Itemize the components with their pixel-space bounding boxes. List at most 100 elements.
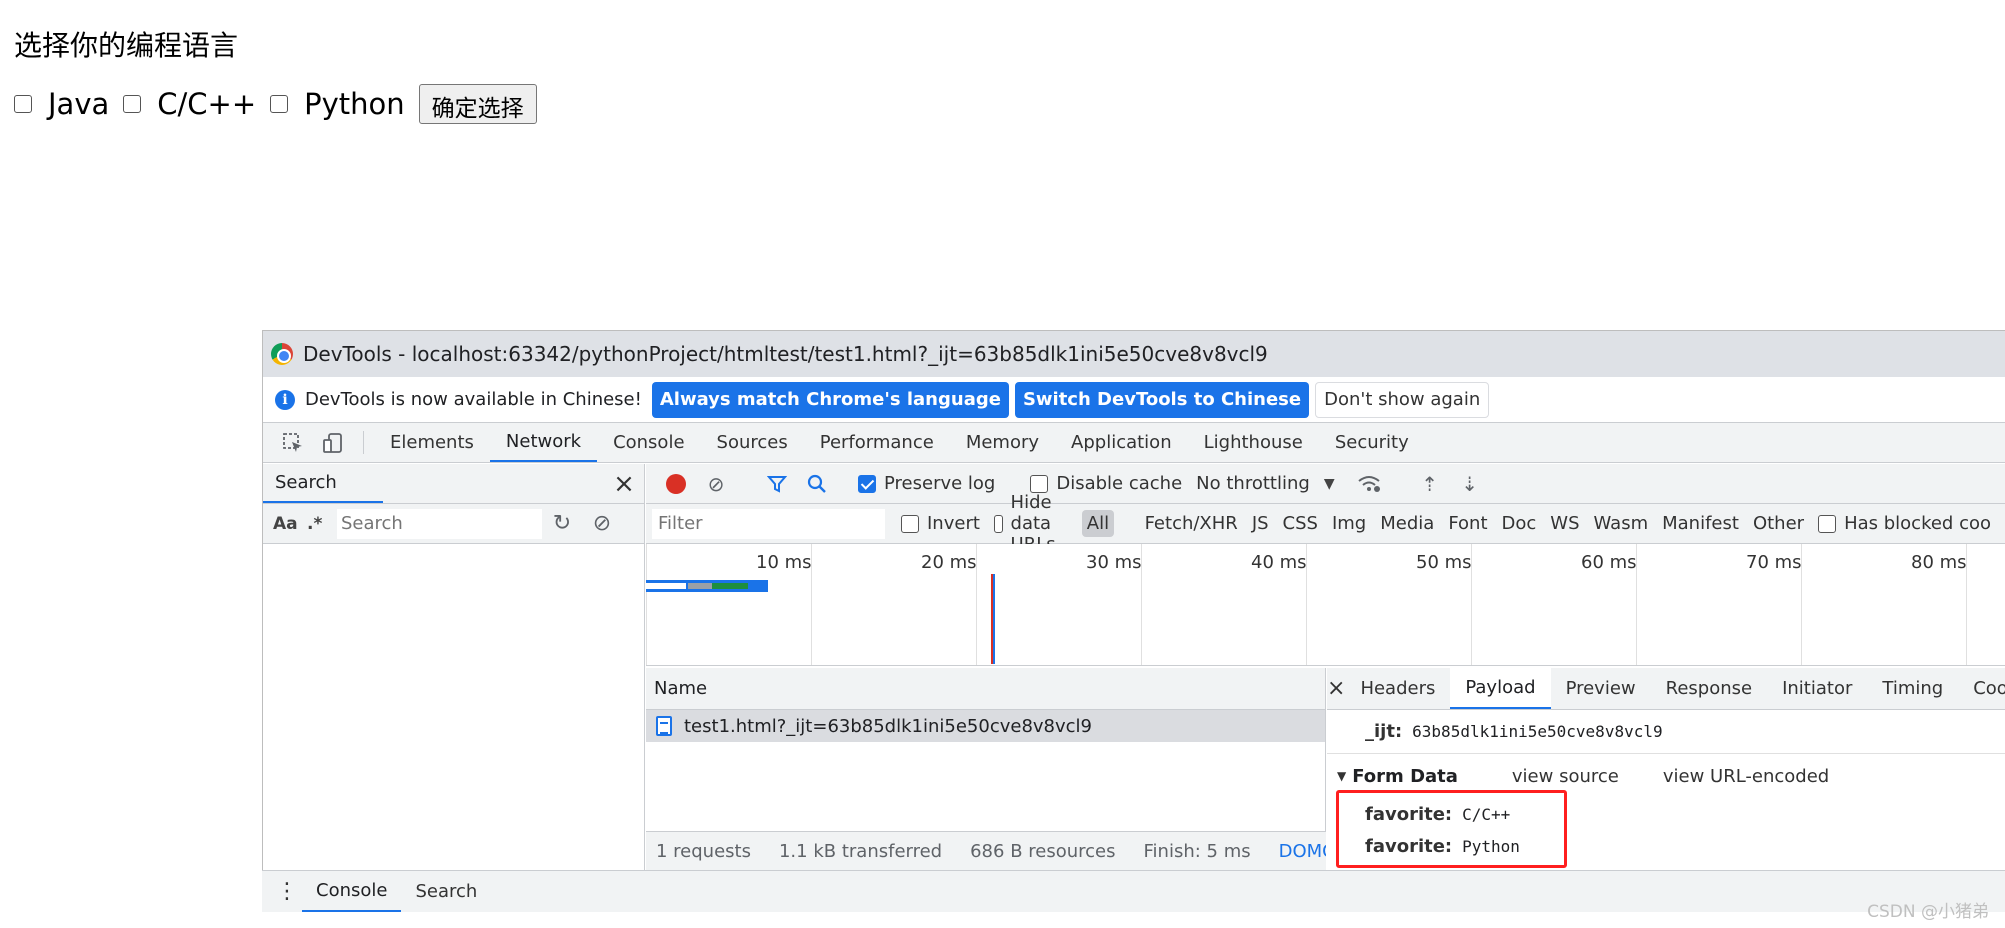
dont-show-again-button[interactable]: Don't show again [1315, 381, 1490, 418]
invert-checkbox[interactable]: Invert [901, 513, 980, 534]
annotation-highlight-box [1336, 790, 1567, 868]
export-har-icon[interactable]: ⇣ [1450, 472, 1490, 496]
filter-type-all[interactable]: All [1081, 510, 1115, 537]
drawer-tab-search[interactable]: Search [401, 871, 491, 912]
tab-timing[interactable]: Timing [1867, 668, 1958, 709]
tick-label: 20 ms [921, 552, 977, 573]
option-cpp[interactable]: C/C++ [123, 87, 256, 121]
has-blocked-cookies-check[interactable] [1818, 514, 1837, 533]
drawer-tab-console[interactable]: Console [302, 871, 402, 912]
hide-data-urls-check[interactable] [993, 514, 1003, 533]
filter-type-js[interactable]: JS [1252, 513, 1269, 534]
page-heading: 选择你的编程语言 [14, 29, 239, 62]
request-row[interactable]: test1.html?_ijt=63b85dlk1ini5e50cve8v8vc… [646, 710, 1325, 742]
checkbox-java[interactable] [14, 95, 32, 113]
device-toolbar-icon[interactable] [313, 423, 353, 462]
language-choices: Java C/C++ Python 确定选择 [14, 84, 537, 124]
language-infobar: i DevTools is now available in Chinese! … [263, 377, 2005, 423]
network-overview-timeline[interactable]: 10 ms 20 ms 30 ms 40 ms 50 ms 60 ms 70 m… [646, 544, 2005, 666]
filter-type-ws[interactable]: WS [1550, 513, 1579, 534]
tab-initiator[interactable]: Initiator [1767, 668, 1867, 709]
toolbar-divider [363, 431, 364, 454]
filter-type-img[interactable]: Img [1332, 513, 1366, 534]
match-case-toggle[interactable]: Aa [273, 514, 307, 534]
window-title: DevTools - localhost:63342/pythonProject… [303, 342, 1268, 366]
checkbox-python[interactable] [270, 95, 289, 113]
close-search-icon[interactable]: × [604, 464, 644, 503]
domcontentloaded-marker [993, 574, 995, 664]
filter-type-fetch-xhr[interactable]: Fetch/XHR [1145, 513, 1238, 534]
filter-type-manifest[interactable]: Manifest [1662, 513, 1739, 534]
tab-console[interactable]: Console [597, 423, 700, 462]
tick-label: 30 ms [1086, 552, 1142, 573]
close-details-icon[interactable]: × [1327, 668, 1345, 709]
clear-search-icon[interactable]: ⊘ [582, 511, 622, 536]
tab-cookies[interactable]: Cookies [1958, 668, 2005, 709]
filter-type-other[interactable]: Other [1753, 513, 1804, 534]
tab-memory[interactable]: Memory [950, 423, 1055, 462]
waterfall-bar [646, 580, 768, 592]
option-python[interactable]: Python [270, 87, 405, 121]
form-data-title: Form Data [1352, 765, 1458, 787]
option-java[interactable]: Java [14, 87, 109, 121]
search-pane-title[interactable]: Search [263, 464, 383, 503]
name-column-header[interactable]: Name [646, 668, 1325, 710]
search-icon[interactable] [797, 474, 837, 494]
match-language-button[interactable]: Always match Chrome's language [651, 381, 1009, 418]
filter-type-doc[interactable]: Doc [1502, 513, 1537, 534]
refresh-icon[interactable]: ↻ [542, 511, 582, 536]
tab-application[interactable]: Application [1055, 423, 1188, 462]
disable-cache-checkbox[interactable]: Disable cache [1030, 473, 1182, 494]
tab-elements[interactable]: Elements [374, 423, 490, 462]
clear-log-icon[interactable]: ⊘ [696, 472, 736, 496]
network-conditions-icon[interactable] [1349, 474, 1389, 494]
expand-triangle-icon[interactable]: ▼ [1337, 769, 1346, 783]
filter-type-media[interactable]: Media [1380, 513, 1434, 534]
preserve-log-label: Preserve log [884, 473, 996, 494]
tab-sources[interactable]: Sources [701, 423, 804, 462]
tick-label: 70 ms [1746, 552, 1802, 573]
tab-performance[interactable]: Performance [804, 423, 950, 462]
throttling-select[interactable]: No throttling ▼ [1196, 473, 1334, 494]
switch-chinese-button[interactable]: Switch DevTools to Chinese [1014, 381, 1310, 418]
disable-cache-label: Disable cache [1056, 473, 1183, 494]
devtools-window: DevTools - localhost:63342/pythonProject… [262, 330, 2005, 912]
search-pane-header: Search × [263, 464, 644, 504]
tab-network[interactable]: Network [489, 423, 598, 462]
network-status-bar: 1 requests 1.1 kB transferred 686 B reso… [646, 831, 1326, 871]
disable-cache-check[interactable] [1030, 474, 1049, 493]
requests-count: 1 requests [656, 841, 751, 862]
tab-payload[interactable]: Payload [1450, 668, 1551, 709]
filter-type-wasm[interactable]: Wasm [1594, 513, 1649, 534]
has-blocked-cookies-checkbox[interactable]: Has blocked coo [1818, 513, 1991, 534]
transferred-size: 1.1 kB transferred [778, 841, 943, 862]
preserve-log-check[interactable] [858, 474, 876, 493]
query-param-row: _ijt: 63b85dlk1ini5e50cve8v8vcl9 [1327, 710, 2005, 754]
invert-check[interactable] [901, 514, 919, 533]
tab-security[interactable]: Security [1319, 423, 1425, 462]
filter-type-font[interactable]: Font [1448, 513, 1487, 534]
preserve-log-checkbox[interactable]: Preserve log [858, 473, 995, 494]
filter-icon[interactable] [757, 474, 797, 494]
filter-input[interactable] [652, 508, 885, 539]
search-input[interactable] [337, 508, 542, 539]
tab-lighthouse[interactable]: Lighthouse [1188, 423, 1319, 462]
invert-label: Invert [927, 513, 980, 534]
more-options-icon[interactable]: ⋮ [272, 871, 302, 912]
tab-headers[interactable]: Headers [1345, 668, 1450, 709]
checkbox-cpp[interactable] [123, 95, 142, 113]
filter-row: Invert Hide data URLs All Fetch/XHR JS C… [646, 492, 2005, 555]
record-icon[interactable] [666, 473, 686, 494]
import-har-icon[interactable]: ⇡ [1410, 472, 1450, 496]
view-url-encoded-link[interactable]: view URL-encoded [1663, 766, 1829, 787]
throttling-value: No throttling [1196, 473, 1310, 494]
devtools-drawer: ⋮ Console Search [262, 870, 2005, 912]
tab-preview[interactable]: Preview [1551, 668, 1651, 709]
regex-toggle[interactable]: .* [307, 514, 337, 534]
filter-type-css[interactable]: CSS [1283, 513, 1318, 534]
view-source-link[interactable]: view source [1512, 766, 1619, 787]
watermark: CSDN @小猪弟 [1867, 902, 1989, 922]
submit-button[interactable]: 确定选择 [418, 84, 537, 124]
tab-response[interactable]: Response [1651, 668, 1767, 709]
inspect-element-icon[interactable] [273, 423, 313, 462]
